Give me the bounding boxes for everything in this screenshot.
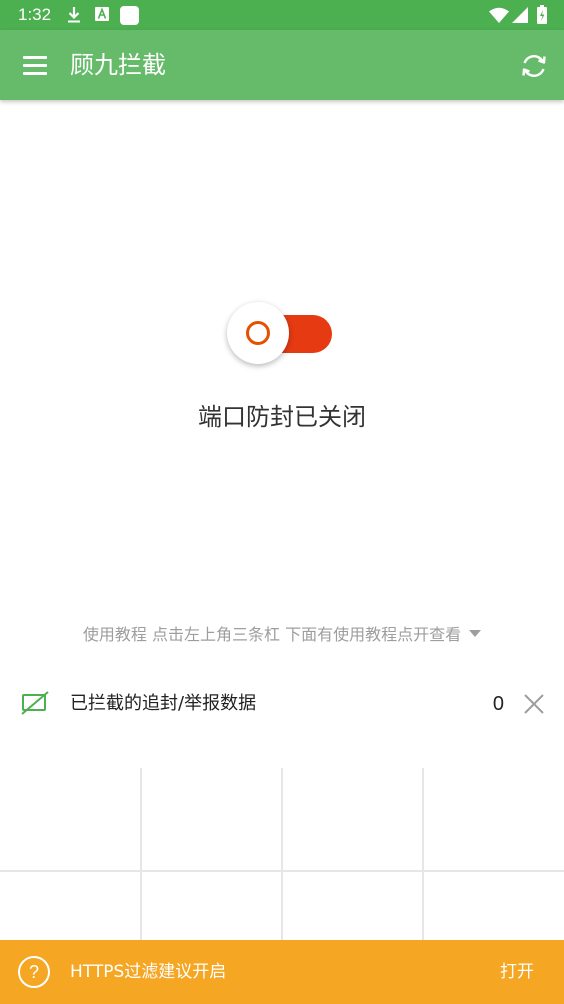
signal-icon — [512, 7, 528, 27]
blocked-data-grid — [0, 768, 564, 940]
menu-button[interactable] — [14, 46, 54, 86]
toggle-off-ring-icon — [246, 321, 270, 345]
https-filter-banner: ? HTTPS过滤建议开启 打开 — [0, 940, 564, 1004]
dropdown-arrow-icon — [469, 630, 482, 637]
status-bar: 1:32 — [0, 0, 564, 30]
blocked-count: 0 — [492, 693, 504, 715]
status-time: 1:32 — [18, 5, 52, 24]
blocked-data-label: 已拦截的追封/举报数据 — [70, 693, 257, 714]
close-button[interactable] — [518, 688, 550, 720]
refresh-icon — [522, 55, 546, 77]
toggle-knob — [227, 302, 289, 364]
refresh-button[interactable] — [514, 46, 554, 86]
https-banner-text: HTTPS过滤建议开启 — [70, 962, 227, 982]
grid-divider — [140, 768, 142, 940]
blocked-screen-icon — [20, 690, 50, 716]
wifi-icon — [489, 7, 509, 27]
blocked-data-row[interactable]: 已拦截的追封/举报数据 0 — [0, 676, 564, 732]
tutorial-hint[interactable]: 使用教程 点击左上角三条杠 下面有使用教程点开查看 — [0, 624, 564, 646]
battery-charging-icon — [537, 5, 547, 28]
app-bar: 顾九拦截 — [0, 30, 564, 100]
protection-status-text: 端口防封已关闭 — [198, 403, 366, 431]
screen: 1:32 顾九拦截 端口防封已关闭 使用教程 点击左上角三条杠 下面有使用教程点… — [0, 0, 564, 1004]
square-app-icon — [120, 6, 139, 29]
download-icon — [66, 6, 82, 28]
tutorial-hint-text: 使用教程 点击左上角三条杠 下面有使用教程点开查看 — [82, 625, 462, 644]
close-icon — [524, 694, 544, 714]
grid-divider — [281, 768, 283, 940]
https-open-button[interactable]: 打开 — [500, 960, 534, 984]
hamburger-menu-icon — [23, 56, 47, 75]
grid-divider — [422, 768, 424, 940]
font-a-icon — [95, 6, 109, 26]
port-protection-toggle[interactable] — [226, 302, 334, 366]
question-mark-icon[interactable]: ? — [18, 956, 50, 988]
grid-divider — [0, 870, 564, 872]
app-title: 顾九拦截 — [70, 51, 166, 79]
